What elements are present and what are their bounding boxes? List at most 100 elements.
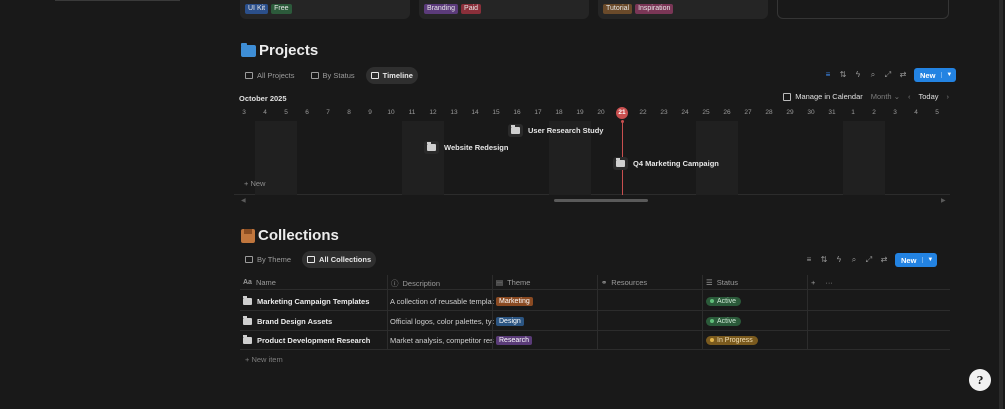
day-label: 9 (368, 109, 372, 116)
search-icon[interactable]: ⌕ (869, 70, 877, 80)
day-label: 21 (618, 109, 626, 116)
new-project-button[interactable]: New ▼ (914, 68, 957, 82)
day-label: 11 (408, 109, 416, 116)
column-header-description[interactable]: ⓘ Description (391, 278, 440, 289)
theme-cell[interactable]: Marketing (496, 291, 596, 311)
more-icon[interactable]: ··· (825, 278, 833, 287)
new-item-button[interactable]: + New item (245, 355, 283, 364)
theme-cell[interactable]: Research (496, 330, 596, 350)
prev-icon[interactable]: ‹ (908, 92, 911, 101)
description-cell[interactable]: A collection of reusable templat (390, 291, 494, 311)
new-label: New (901, 255, 917, 265)
day-label: 28 (765, 109, 773, 116)
timeline-controls: Manage in Calendar Month ⌄ ‹ Today › (783, 92, 949, 101)
horizontal-scrollbar[interactable] (554, 199, 648, 202)
day-label: 27 (744, 109, 752, 116)
weekend-shade (402, 121, 444, 195)
column-header-theme[interactable]: ▤ Theme (496, 278, 530, 287)
row-name: Product Development Research (257, 335, 371, 345)
help-button[interactable]: ? (969, 369, 991, 391)
table-row[interactable]: Product Development Research Market anal… (240, 330, 950, 350)
scroll-left-icon[interactable]: ◀ (241, 197, 246, 204)
expand-icon[interactable]: ⤢ (865, 255, 873, 265)
scroll-right-icon[interactable]: ▶ (941, 197, 946, 204)
tab-timeline[interactable]: Timeline (365, 67, 418, 84)
status-badge: Active (706, 296, 742, 306)
column-label: Resources (611, 278, 648, 287)
settings-icon[interactable]: ⇄ (899, 70, 907, 80)
plus-icon: + (811, 278, 816, 287)
settings-icon[interactable]: ⇄ (880, 255, 888, 265)
tab-label: All Projects (257, 71, 295, 80)
tab-by-theme[interactable]: By Theme (240, 251, 296, 268)
theme-cell[interactable]: Design (496, 311, 596, 331)
next-icon[interactable]: › (947, 92, 950, 101)
status-cell[interactable]: In Progress (706, 330, 806, 350)
name-cell[interactable]: Marketing Campaign Templates (243, 291, 388, 311)
timeline-icon (370, 72, 379, 79)
name-cell[interactable]: Brand Design Assets (243, 311, 388, 331)
status-cell[interactable]: Active (706, 311, 806, 331)
column-divider (492, 275, 493, 350)
table-row[interactable]: Brand Design Assets Official logos, colo… (240, 311, 950, 331)
today-button[interactable]: Today (918, 92, 938, 101)
sort-icon[interactable]: ⇅ (820, 255, 828, 265)
relation-icon: ⚭ (601, 278, 608, 287)
gallery-card[interactable]: Branding Paid (419, 0, 589, 19)
filter-icon[interactable]: ≡ (824, 70, 832, 80)
day-label: 29 (786, 109, 794, 116)
timeline-item[interactable]: Website Redesign (424, 141, 508, 154)
status-cell[interactable]: Active (706, 291, 806, 311)
column-label: Theme (507, 278, 531, 287)
day-label: 30 (807, 109, 815, 116)
gallery-card[interactable]: Tutorial Inspiration (598, 0, 768, 19)
status-text: Active (717, 317, 737, 325)
scale-select[interactable]: Month ⌄ (871, 92, 900, 101)
new-label: New (920, 70, 936, 80)
day-label: 18 (555, 109, 563, 116)
theme-tag: Research (496, 335, 532, 345)
column-header-status[interactable]: ☰ Status (706, 278, 738, 287)
timeline-month: October 2025 (239, 94, 287, 103)
collections-toolbar: ≡ ⇅ ϟ ⌕ ⤢ ⇄ New ▼ (805, 253, 938, 267)
filter-icon[interactable]: ≡ (805, 255, 813, 265)
day-label: 14 (471, 109, 479, 116)
add-column-button[interactable]: + ··· (811, 278, 833, 287)
tab-all-projects[interactable]: All Projects (240, 67, 300, 84)
new-collection-button[interactable]: New ▼ (895, 253, 938, 267)
column-header-resources[interactable]: ⚭ Resources (601, 278, 647, 287)
day-label: 8 (347, 109, 351, 116)
automation-icon[interactable]: ϟ (854, 70, 862, 80)
folder-icon (241, 42, 256, 57)
search-icon[interactable]: ⌕ (850, 255, 858, 265)
text-property-icon: Aa (243, 279, 252, 286)
sort-icon[interactable]: ⇅ (839, 70, 847, 80)
tag-tutorial: Tutorial (603, 4, 633, 14)
day-label: 16 (513, 109, 521, 116)
gallery-card[interactable]: UI Kit Free (240, 0, 410, 19)
vertical-scrollbar[interactable] (999, 0, 1003, 409)
timeline-item[interactable]: Q4 Marketing Campaign (613, 157, 719, 170)
tab-by-status[interactable]: By Status (306, 67, 360, 84)
expand-icon[interactable]: ⤢ (884, 70, 892, 80)
chevron-down-icon[interactable]: ▼ (941, 72, 956, 78)
description-cell[interactable]: Market analysis, competitor res (390, 330, 494, 350)
chevron-down-icon[interactable]: ▼ (922, 257, 937, 263)
select-icon: ▤ (496, 278, 504, 287)
timeline-item[interactable]: User Research Study (508, 124, 603, 137)
tab-all-collections[interactable]: All Collections (302, 251, 377, 268)
name-cell[interactable]: Product Development Research (243, 330, 388, 350)
table-row[interactable]: Marketing Campaign Templates A collectio… (240, 291, 950, 311)
tab-label: Timeline (382, 71, 413, 80)
automation-icon[interactable]: ϟ (835, 255, 843, 265)
description-cell[interactable]: Official logos, color palettes, typ (390, 311, 494, 331)
day-label: 23 (660, 109, 668, 116)
timeline-new-button[interactable]: + New (244, 179, 265, 188)
status-badge: Active (706, 316, 742, 326)
manage-calendar-button[interactable]: Manage in Calendar (783, 92, 863, 101)
column-header-name[interactable]: Aa Name (243, 278, 276, 287)
day-label: 15 (492, 109, 500, 116)
board-icon (245, 256, 253, 263)
column-divider (702, 275, 703, 350)
add-card[interactable] (777, 0, 949, 19)
